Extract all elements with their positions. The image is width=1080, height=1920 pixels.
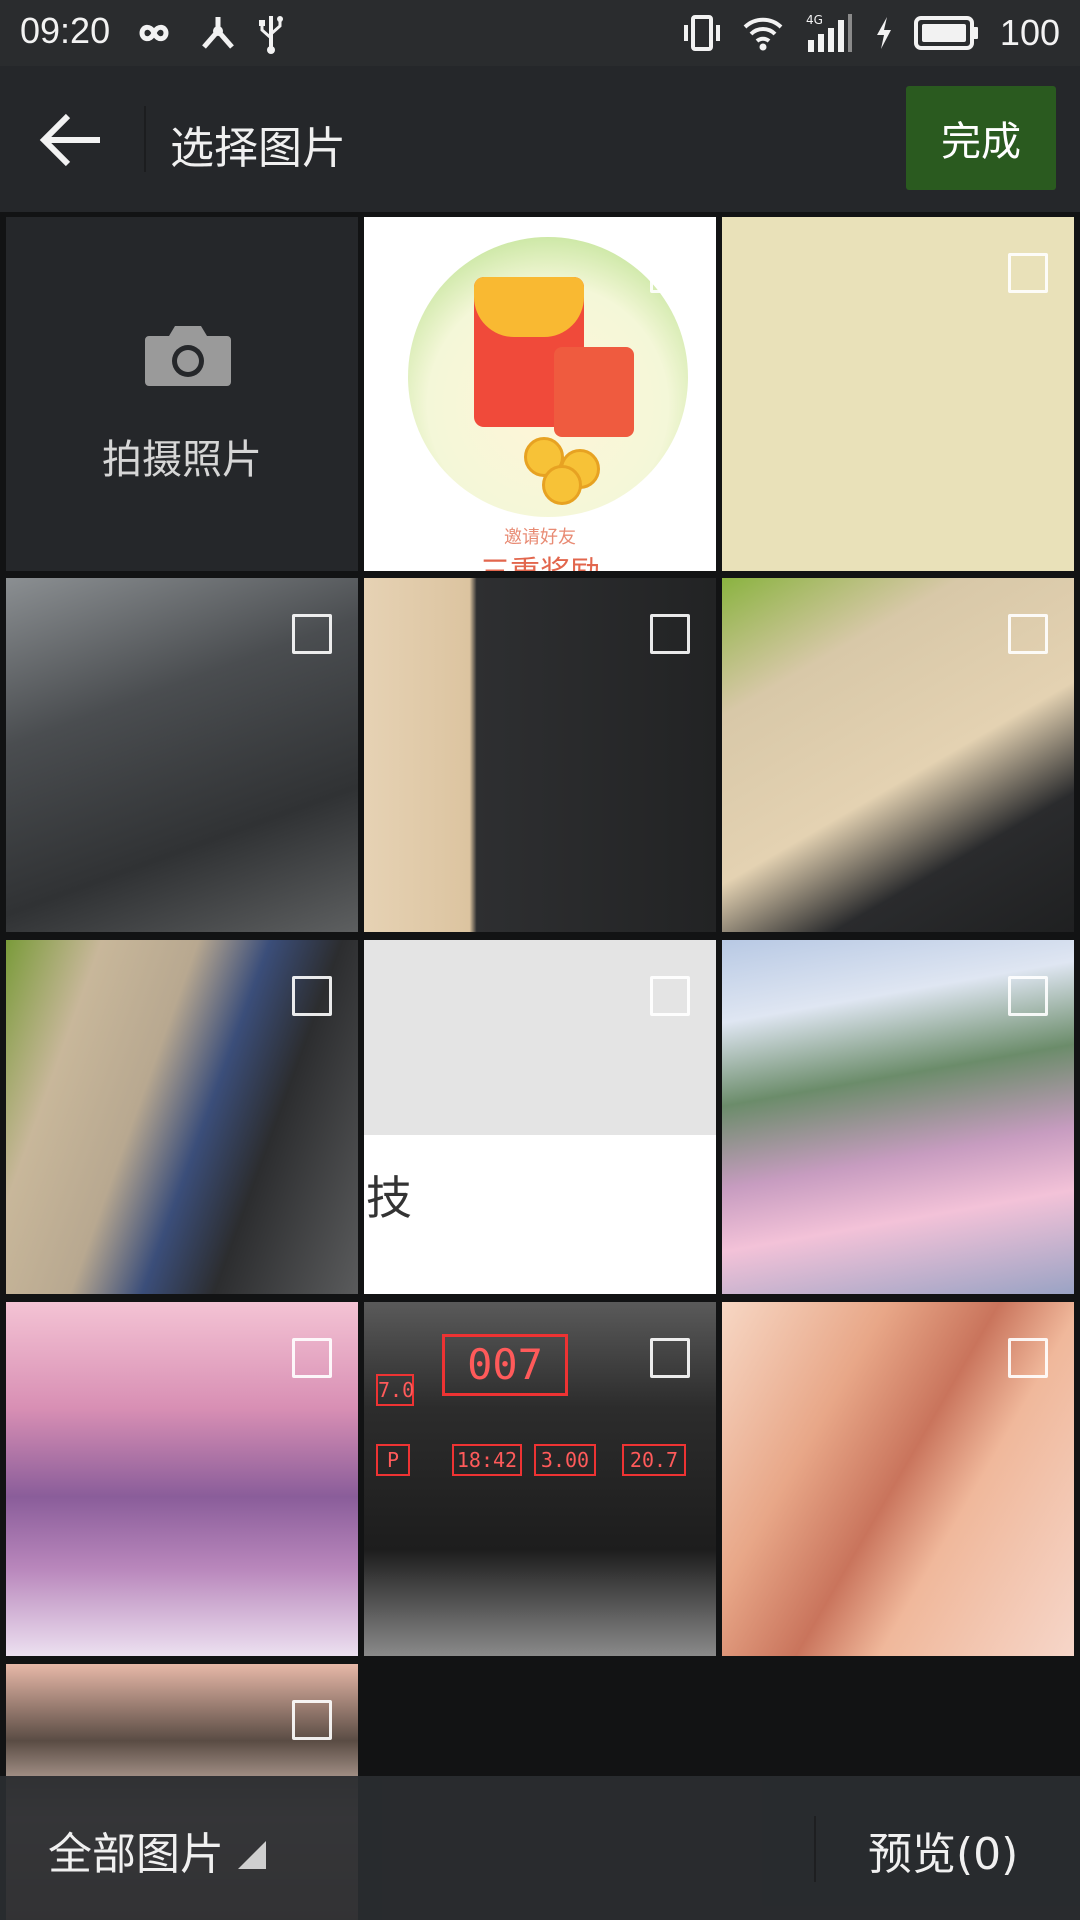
- album-label: 全部图片: [48, 1829, 224, 1880]
- photo-tile[interactable]: 技: [364, 940, 716, 1294]
- done-button[interactable]: 完成: [906, 86, 1056, 190]
- dropdown-triangle-icon: [238, 1841, 266, 1869]
- screenshot-header: [364, 940, 716, 1135]
- select-checkbox[interactable]: [1008, 614, 1048, 654]
- usb-icon: [258, 12, 284, 54]
- photo-tile[interactable]: [6, 578, 358, 932]
- treadmill-readout: 3.00: [534, 1444, 596, 1476]
- photo-tile[interactable]: [722, 1302, 1074, 1656]
- photo-caption: 邀请好友: [504, 527, 576, 548]
- treadmill-readout: 18:42: [452, 1444, 522, 1476]
- select-checkbox[interactable]: [292, 614, 332, 654]
- back-arrow-icon: [39, 113, 100, 167]
- red-envelope-flap: [474, 277, 584, 337]
- select-checkbox[interactable]: [650, 976, 690, 1016]
- vibrate-icon: [682, 13, 722, 53]
- status-bar: 09:20 4G 100: [0, 0, 1080, 66]
- photo-tile[interactable]: 007 7.0 P 18:42 3.00 20.7: [364, 1302, 716, 1656]
- select-checkbox[interactable]: [1008, 976, 1048, 1016]
- photo-tile[interactable]: [722, 940, 1074, 1294]
- page-title: 选择图片: [170, 123, 346, 174]
- svg-text:4G: 4G: [806, 13, 823, 27]
- photo-tile[interactable]: [722, 217, 1074, 571]
- select-checkbox[interactable]: [292, 1338, 332, 1378]
- coin-icon: [542, 465, 582, 505]
- bottom-bar: 全部图片 预览(0): [0, 1776, 1080, 1920]
- red-envelope-shape: [554, 347, 634, 437]
- app-bar: 选择图片 完成: [0, 66, 1080, 212]
- photo-tile[interactable]: [364, 578, 716, 932]
- take-photo-tile[interactable]: 拍摄照片: [6, 217, 358, 571]
- select-checkbox[interactable]: [650, 253, 690, 293]
- select-checkbox[interactable]: [292, 976, 332, 1016]
- album-selector[interactable]: 全部图片: [48, 1818, 266, 1882]
- share-node-icon: [198, 13, 238, 53]
- select-checkbox[interactable]: [650, 614, 690, 654]
- treadmill-display: 007: [442, 1334, 568, 1396]
- select-checkbox[interactable]: [292, 1700, 332, 1740]
- treadmill-readout: 7.0: [376, 1374, 414, 1406]
- charging-icon: [874, 15, 894, 51]
- photo-tile[interactable]: [6, 1302, 358, 1656]
- photo-tile[interactable]: [6, 940, 358, 1294]
- signal-4g-icon: 4G: [804, 12, 854, 54]
- battery-level: 100: [999, 12, 1060, 53]
- wifi-icon: [742, 15, 784, 51]
- battery-icon: [913, 14, 980, 52]
- infinity-icon: [130, 18, 178, 48]
- treadmill-readout: 20.7: [622, 1444, 686, 1476]
- photo-tile[interactable]: 邀请好友 三重奖励: [364, 217, 716, 571]
- status-time: 09:20: [20, 10, 111, 51]
- camera-icon: [145, 326, 231, 386]
- treadmill-readout: P: [376, 1444, 410, 1476]
- photo-tile[interactable]: [722, 578, 1074, 932]
- photo-text: 技: [366, 1171, 412, 1225]
- select-checkbox[interactable]: [650, 1338, 690, 1378]
- preview-button[interactable]: 预览(0): [868, 1818, 1018, 1882]
- bottom-bar-divider: [814, 1816, 816, 1882]
- select-checkbox[interactable]: [1008, 1338, 1048, 1378]
- back-button[interactable]: [36, 110, 106, 170]
- photo-caption: 三重奖励: [364, 547, 716, 571]
- select-checkbox[interactable]: [1008, 253, 1048, 293]
- appbar-divider: [144, 106, 146, 172]
- take-photo-label: 拍摄照片: [102, 437, 262, 483]
